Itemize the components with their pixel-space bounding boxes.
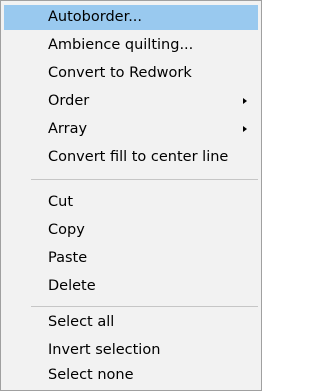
menu-item-label: Convert fill to center line bbox=[48, 149, 229, 165]
menu-item-label: Convert to Redwork bbox=[48, 65, 192, 81]
menu-item-label: Cut bbox=[48, 194, 73, 210]
menu-item-convert-fill-to-center-line[interactable]: Convert fill to center line bbox=[4, 145, 258, 170]
menu-item-ambience-quilting[interactable]: Ambience quilting... bbox=[4, 33, 258, 58]
triangle-right-icon bbox=[243, 98, 247, 104]
menu-item-label: Paste bbox=[48, 250, 88, 266]
menu-item-label: Delete bbox=[48, 278, 96, 294]
menu-item-convert-to-redwork[interactable]: Convert to Redwork bbox=[4, 61, 258, 86]
menu-item-autoborder[interactable]: Autoborder... bbox=[4, 5, 258, 30]
menu-item-label: Select all bbox=[48, 314, 115, 330]
menu-item-label: Array bbox=[48, 121, 88, 137]
menu-item-label: Select none bbox=[48, 367, 134, 383]
menu-item-cut[interactable]: Cut bbox=[4, 190, 258, 215]
menu-item-invert-selection[interactable]: Invert selection bbox=[4, 338, 258, 363]
menu-item-order[interactable]: Order bbox=[4, 89, 258, 114]
menu-item-copy[interactable]: Copy bbox=[4, 218, 258, 243]
menu-item-label: Autoborder... bbox=[48, 9, 143, 25]
menu-item-select-all[interactable]: Select all bbox=[4, 310, 258, 335]
menu-item-label: Invert selection bbox=[48, 342, 161, 358]
menu-item-label: Order bbox=[48, 93, 90, 109]
menu-item-delete[interactable]: Delete bbox=[4, 274, 258, 299]
menu-item-label: Ambience quilting... bbox=[48, 37, 194, 53]
menu-separator bbox=[31, 179, 258, 180]
menu-item-array[interactable]: Array bbox=[4, 117, 258, 142]
triangle-right-icon bbox=[243, 126, 247, 132]
menu-item-paste[interactable]: Paste bbox=[4, 246, 258, 271]
context-menu: Autoborder... Ambience quilting... Conve… bbox=[0, 0, 262, 391]
menu-item-select-none[interactable]: Select none bbox=[4, 363, 258, 388]
menu-item-label: Copy bbox=[48, 222, 85, 238]
menu-separator bbox=[31, 306, 258, 307]
